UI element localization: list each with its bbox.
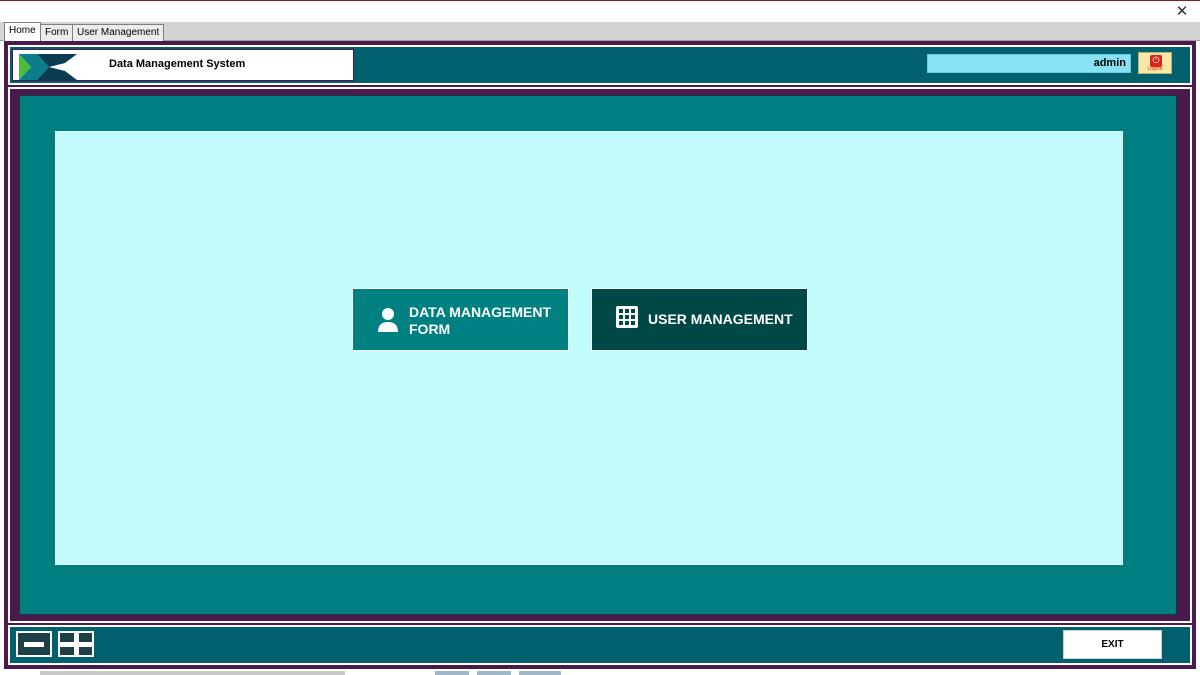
- sheet-tab-bar: Home Form User Management: [0, 22, 1200, 41]
- main-area: DATA MANAGEMENT FORM USER MANAGEMENT: [8, 87, 1192, 623]
- user-management-label: USER MANAGEMENT: [648, 311, 793, 327]
- logout-button[interactable]: ⏻ Logout: [1138, 52, 1172, 74]
- app-title: Data Management System: [109, 58, 246, 70]
- zoom-in-button[interactable]: [58, 631, 94, 657]
- bottom-strip: [0, 669, 1200, 675]
- logout-label: Logout: [1147, 66, 1163, 72]
- tab-form[interactable]: Form: [40, 24, 74, 41]
- app-frame: Data Management System admin ⏻ Logout DA…: [4, 41, 1196, 669]
- data-management-form-button[interactable]: DATA MANAGEMENT FORM: [352, 288, 569, 351]
- tab-home[interactable]: Home: [4, 22, 41, 41]
- grid-icon: [616, 306, 638, 328]
- tab-user-management[interactable]: User Management: [72, 24, 165, 41]
- window-titlebar: ✕: [0, 0, 1200, 22]
- content-panel: DATA MANAGEMENT FORM USER MANAGEMENT: [55, 131, 1123, 565]
- user-management-button[interactable]: USER MANAGEMENT: [591, 288, 808, 351]
- exit-button[interactable]: EXIT: [1063, 630, 1162, 659]
- footer-bar: EXIT: [8, 625, 1192, 665]
- main-teal-panel: DATA MANAGEMENT FORM USER MANAGEMENT: [19, 95, 1177, 615]
- close-icon[interactable]: ✕: [1174, 3, 1190, 19]
- brand-logo-icon: [19, 54, 77, 80]
- header-bar: Data Management System admin ⏻ Logout: [8, 45, 1192, 85]
- person-icon: [378, 308, 398, 332]
- username-field: admin: [927, 54, 1131, 73]
- minus-icon: [24, 642, 44, 647]
- data-management-form-label-line1: DATA MANAGEMENT: [409, 304, 552, 320]
- brand-panel: Data Management System: [12, 49, 354, 81]
- zoom-out-button[interactable]: [16, 631, 52, 657]
- data-management-form-label-line2: FORM: [409, 321, 451, 337]
